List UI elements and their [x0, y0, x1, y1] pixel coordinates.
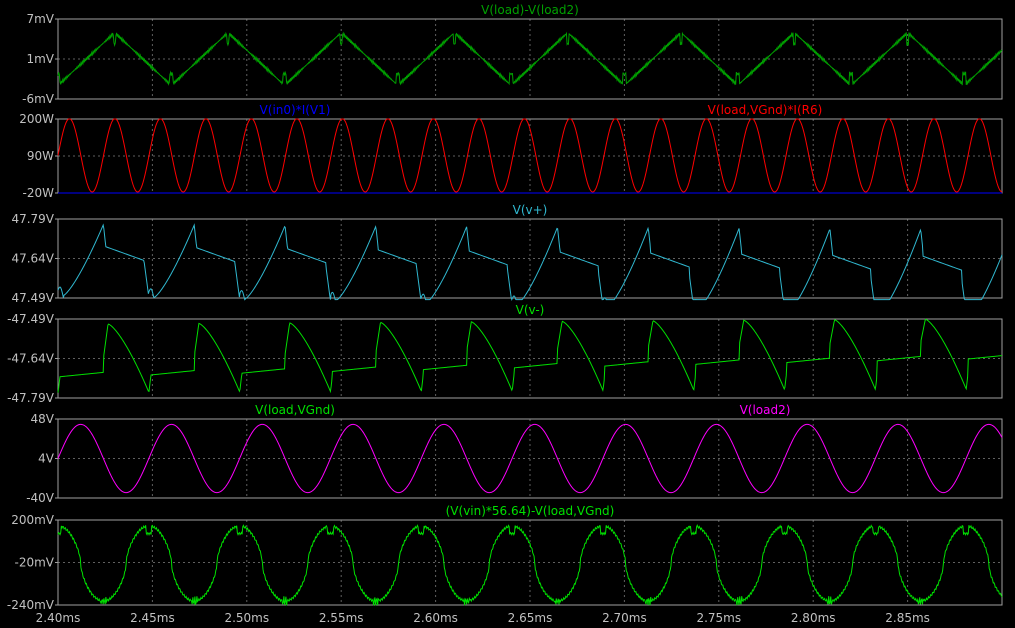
y-tick-label: -47.64V	[7, 352, 55, 366]
x-tick-label: 2.60ms	[413, 611, 458, 625]
trace-label: V(in0)*I(V1)	[260, 103, 331, 117]
y-tick-label: -47.79V	[7, 391, 55, 405]
y-tick-label: 4V	[38, 452, 55, 466]
x-tick-label: 2.85ms	[885, 611, 930, 625]
y-tick-label: 200mV	[11, 513, 55, 527]
trace-label: V(load)-V(load2)	[481, 3, 579, 17]
y-tick-label: 90W	[27, 149, 54, 163]
y-tick-label: 200W	[19, 112, 54, 126]
y-tick-label: 48V	[31, 412, 55, 426]
y-tick-label: -40V	[26, 491, 55, 505]
x-tick-label: 2.45ms	[130, 611, 175, 625]
y-tick-label: 47.79V	[11, 212, 54, 226]
y-tick-label: 47.64V	[11, 252, 54, 266]
x-tick-label: 2.55ms	[319, 611, 364, 625]
y-tick-label: -47.49V	[7, 312, 55, 326]
y-tick-label: -20W	[23, 186, 55, 200]
y-tick-label: -240mV	[7, 598, 55, 612]
y-tick-label: 47.49V	[11, 291, 54, 305]
x-tick-label: 2.80ms	[791, 611, 836, 625]
y-tick-label: 1mV	[26, 52, 54, 66]
trace-label: V(load,VGnd)*I(R6)	[708, 103, 823, 117]
trace-label: V(v-)	[516, 303, 545, 317]
y-tick-label: -20mV	[15, 556, 55, 570]
x-tick-label: 2.65ms	[508, 611, 553, 625]
trace-waveform[interactable]	[57, 223, 1003, 302]
trace-label: (V(vin)*56.64)-V(load,VGnd)	[446, 504, 615, 518]
trace-label: V(v+)	[513, 203, 548, 217]
x-tick-label: 2.50ms	[224, 611, 269, 625]
x-tick-label: 2.40ms	[36, 611, 81, 625]
trace-label: V(load,VGnd)	[255, 403, 335, 417]
waveform-viewer[interactable]: 2.40ms 2.45ms 2.50ms 2.55ms 2.60ms 2.65ms 2.70…	[0, 0, 1015, 628]
y-tick-label: -6mV	[22, 92, 55, 106]
x-tick-label: 2.75ms	[696, 611, 741, 625]
x-tick-label: 2.70ms	[602, 611, 647, 625]
y-tick-label: 7mV	[26, 12, 54, 26]
trace-label: V(load2)	[740, 403, 791, 417]
